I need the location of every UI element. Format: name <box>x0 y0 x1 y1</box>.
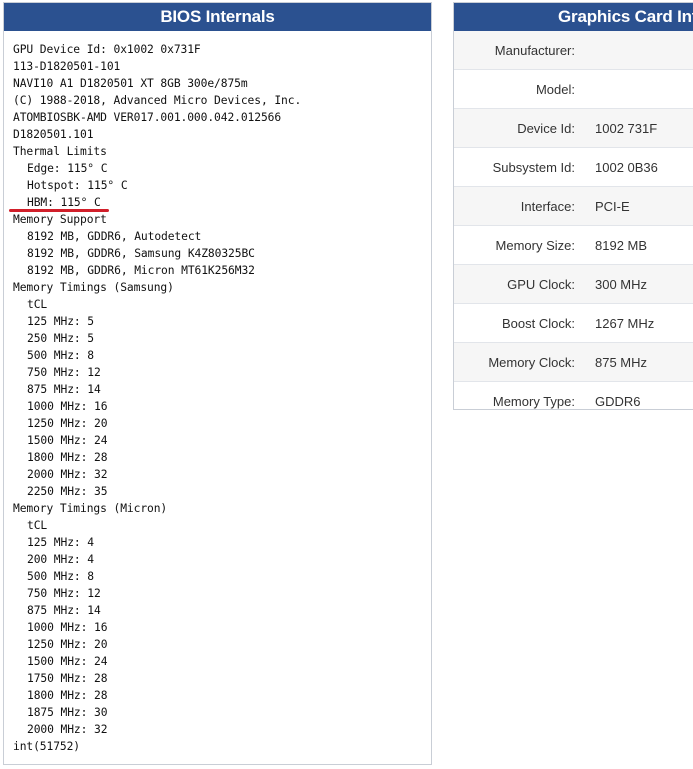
bios-line: 2250 MHz: 35 <box>27 485 108 498</box>
bios-line: 200 MHz: 4 <box>27 553 95 566</box>
bios-line: 8192 MB, GDDR6, Samsung K4Z80325BC <box>27 247 255 260</box>
bios-line: D1820501.101 <box>13 128 94 141</box>
info-row: Subsystem Id: 1002 0B36 <box>454 148 693 187</box>
bios-line: 1500 MHz: 24 <box>27 655 108 668</box>
info-value: 300 MHz <box>595 276 648 292</box>
bios-line: ATOMBIOSBK-AMD VER017.001.000.042.012566 <box>13 111 282 124</box>
bios-line: tCL <box>27 519 48 532</box>
bios-line: 2000 MHz: 32 <box>27 723 108 736</box>
bios-line: 875 MHz: 14 <box>27 383 101 396</box>
info-value: 1002 0B36 <box>595 159 658 175</box>
bios-line: Thermal Limits <box>13 145 107 158</box>
bios-line: 1250 MHz: 20 <box>27 638 108 651</box>
bios-text-block: GPU Device Id: 0x1002 0x731F 113-D1820501… <box>4 31 431 755</box>
bios-line: Memory Support <box>13 213 107 226</box>
bios-line: 1000 MHz: 16 <box>27 621 108 634</box>
hbm-highlight-underline <box>9 209 109 212</box>
bios-line: 1250 MHz: 20 <box>27 417 108 430</box>
bios-line: 250 MHz: 5 <box>27 332 95 345</box>
graphics-card-info-panel: Graphics Card Info Manufacturer: Model: De… <box>453 2 693 410</box>
bios-internals-title: BIOS Internals <box>4 3 431 31</box>
info-label: Memory Clock: <box>488 354 575 370</box>
bios-line: 1800 MHz: 28 <box>27 451 108 464</box>
info-row: Interface: PCI-E <box>454 187 693 226</box>
info-row: Boost Clock: 1267 MHz <box>454 304 693 343</box>
bios-line: Edge: 115° C <box>27 162 108 175</box>
bios-line: 125 MHz: 5 <box>27 315 95 328</box>
bios-line: 750 MHz: 12 <box>27 587 101 600</box>
bios-line: 8192 MB, GDDR6, Micron MT61K256M32 <box>27 264 255 277</box>
info-label: GPU Clock: <box>507 276 575 292</box>
info-label: Subsystem Id: <box>492 159 575 175</box>
bios-line: 500 MHz: 8 <box>27 570 95 583</box>
bios-line: 125 MHz: 4 <box>27 536 95 549</box>
info-label: Device Id: <box>517 120 575 136</box>
info-row: Memory Size: 8192 MB <box>454 226 693 265</box>
info-value: PCI-E <box>595 198 630 214</box>
info-label: Interface: <box>520 198 575 214</box>
info-value: 1267 MHz <box>595 315 655 331</box>
bios-line: Memory Timings (Micron) <box>13 502 168 515</box>
info-label: Memory Size: <box>495 237 575 253</box>
info-label: Memory Type: <box>492 393 575 409</box>
bios-line: 1000 MHz: 16 <box>27 400 108 413</box>
bios-line: 113-D1820501-101 <box>13 60 121 73</box>
bios-line: 2000 MHz: 32 <box>27 468 108 481</box>
bios-line: 1800 MHz: 28 <box>27 689 108 702</box>
graphics-card-info-table: Manufacturer: Model: Device Id: 1002 731F Su… <box>454 31 693 420</box>
bios-line: 500 MHz: 8 <box>27 349 95 362</box>
info-label: Boost Clock: <box>502 315 575 331</box>
bios-line: 1875 MHz: 30 <box>27 706 108 719</box>
bios-line: 1500 MHz: 24 <box>27 434 108 447</box>
bios-line: Hotspot: 115° C <box>27 179 128 192</box>
info-value: GDDR6 <box>595 393 641 409</box>
info-value: 1002 731F <box>595 120 658 136</box>
bios-line: Memory Timings (Samsung) <box>13 281 174 294</box>
info-label: Manufacturer: <box>494 42 575 58</box>
bios-line: 750 MHz: 12 <box>27 366 101 379</box>
info-label: Model: <box>535 81 575 97</box>
graphics-card-info-title: Graphics Card Info <box>454 3 693 31</box>
info-row: Memory Clock: 875 MHz <box>454 343 693 382</box>
bios-line: GPU Device Id: 0x1002 0x731F <box>13 43 201 56</box>
info-row: Memory Type: GDDR6 <box>454 382 693 420</box>
info-value: 875 MHz <box>595 354 648 370</box>
bios-line: tCL <box>27 298 48 311</box>
bios-line: (C) 1988-2018, Advanced Micro Devices, I… <box>13 94 302 107</box>
bios-line: 8192 MB, GDDR6, Autodetect <box>27 230 202 243</box>
bios-line: NAVI10 A1 D1820501 XT 8GB 300e/875m <box>13 77 248 90</box>
info-row: Manufacturer: <box>454 31 693 70</box>
bios-internals-panel: BIOS Internals GPU Device Id: 0x1002 0x7… <box>3 2 432 765</box>
bios-line: 1750 MHz: 28 <box>27 672 108 685</box>
info-value: 8192 MB <box>595 237 648 253</box>
bios-line: 875 MHz: 14 <box>27 604 101 617</box>
info-row: Device Id: 1002 731F <box>454 109 693 148</box>
bios-line: int(51752) <box>13 740 81 753</box>
info-row: Model: <box>454 70 693 109</box>
info-row: GPU Clock: 300 MHz <box>454 265 693 304</box>
